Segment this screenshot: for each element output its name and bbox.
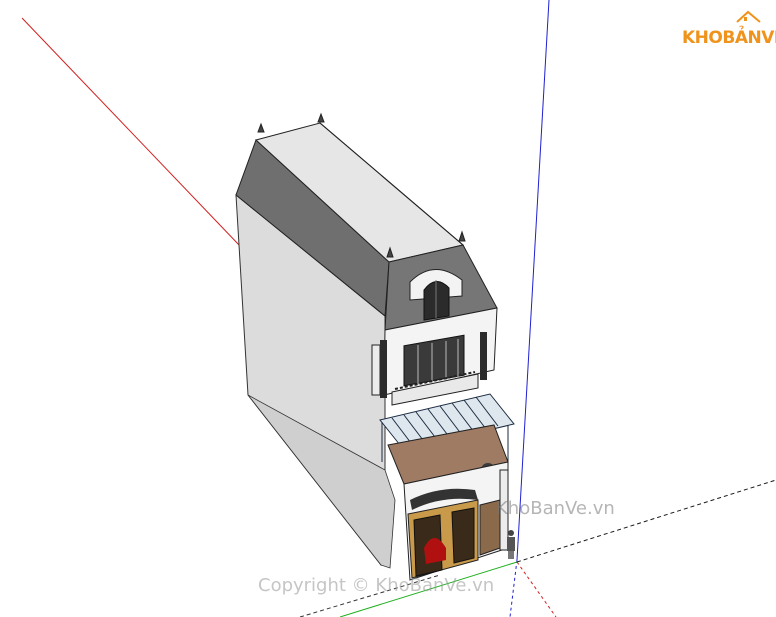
blue-axis-dashed bbox=[509, 559, 518, 617]
khobanve-logo: KHOBẢNVẼ bbox=[682, 12, 776, 52]
green-axis-dashed bbox=[516, 479, 776, 563]
watermark-middle: KhoBanVe.vn bbox=[496, 498, 615, 519]
red-axis bbox=[21, 17, 241, 247]
logo-banve: BẢNVẼ bbox=[722, 28, 776, 48]
front-door bbox=[407, 499, 479, 579]
logo-kho: KHO bbox=[682, 28, 723, 48]
house-model[interactable] bbox=[235, 112, 515, 581]
red-axis-dashed bbox=[516, 561, 557, 617]
sketchup-3d-viewport[interactable] bbox=[0, 0, 776, 617]
blue-axis bbox=[516, 0, 550, 561]
watermark-copyright: Copyright © KhoBanVe.vn bbox=[258, 575, 495, 596]
